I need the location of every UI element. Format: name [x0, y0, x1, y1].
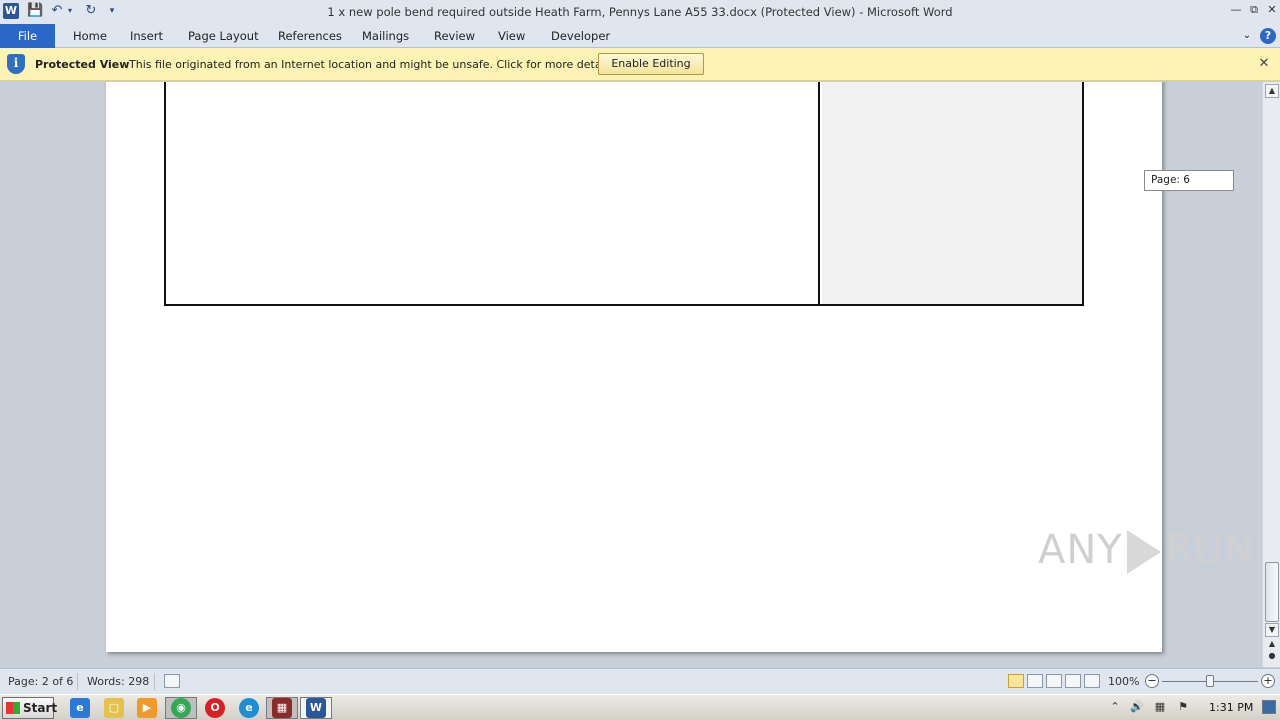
help-icon[interactable]: ?	[1260, 28, 1276, 44]
tab-home[interactable]: Home	[69, 24, 111, 48]
browse-object-icon[interactable]: ●	[1265, 650, 1279, 664]
print-layout-icon[interactable]	[1008, 674, 1024, 688]
taskbar: Start e ▢ ▶ ◉ O e ▦ W ⌃ 🔊 ▦ ⚑ 1:31 PM	[0, 694, 1280, 720]
minimize-icon[interactable]: —	[1227, 2, 1245, 18]
protected-view-message[interactable]: This file originated from an Internet lo…	[129, 58, 617, 71]
show-hidden-icons-icon[interactable]: ⌃	[1108, 700, 1122, 714]
file-explorer-icon[interactable]: ▢	[104, 698, 124, 718]
window-title: 1 x new pole bend required outside Heath…	[327, 5, 953, 19]
table-cell-right[interactable]	[822, 82, 1082, 304]
word-count[interactable]: Words: 298	[87, 675, 149, 688]
page-count[interactable]: Page: 2 of 6	[8, 675, 73, 688]
tab-review[interactable]: Review	[430, 24, 479, 48]
internet-explorer-icon[interactable]: e	[70, 698, 90, 718]
vertical-scrollbar[interactable]: ▲ ▼ ▲ ●	[1262, 82, 1280, 667]
opera-icon[interactable]: O	[205, 698, 225, 718]
start-button[interactable]: Start	[2, 697, 58, 719]
web-layout-icon[interactable]	[1046, 674, 1062, 688]
tab-developer[interactable]: Developer	[547, 24, 614, 48]
shield-info-icon: i	[7, 54, 25, 74]
volume-icon[interactable]: 🔊	[1130, 700, 1144, 714]
minimize-ribbon-icon[interactable]: ⌄	[1238, 27, 1256, 45]
zoom-slider-thumb[interactable]	[1206, 675, 1214, 687]
tab-mailings[interactable]: Mailings	[358, 24, 413, 48]
chrome-icon[interactable]: ◉	[171, 698, 191, 718]
document-table[interactable]	[164, 82, 1084, 306]
close-window-icon[interactable]: ✕	[1263, 2, 1280, 18]
edge-icon[interactable]: e	[239, 698, 259, 718]
enable-editing-button[interactable]: Enable Editing	[598, 53, 704, 75]
close-bar-icon[interactable]: ✕	[1256, 56, 1272, 72]
play-logo-icon	[1126, 530, 1161, 574]
protected-view-bar: i Protected View This file originated fr…	[0, 48, 1280, 81]
windows-logo-icon	[6, 702, 20, 714]
network-icon[interactable]: ▦	[1153, 700, 1167, 714]
document-area[interactable]	[0, 82, 1262, 667]
show-desktop-icon[interactable]	[1262, 700, 1276, 714]
zoom-level[interactable]: 100%	[1108, 675, 1139, 688]
restore-icon[interactable]: ⧉	[1245, 2, 1263, 18]
tab-view[interactable]: View	[494, 24, 529, 48]
anyrun-watermark: ANY RUN	[1038, 527, 1255, 574]
media-player-icon[interactable]: ▶	[137, 698, 157, 718]
tab-page-layout[interactable]: Page Layout	[184, 24, 263, 48]
winrar-icon[interactable]: ▦	[272, 698, 292, 718]
start-label: Start	[23, 701, 58, 715]
action-center-flag-icon[interactable]: ⚑	[1176, 700, 1190, 714]
status-divider	[77, 673, 78, 690]
watermark-right-text: RUN	[1164, 527, 1255, 573]
status-divider	[154, 673, 155, 690]
table-cell-left[interactable]	[166, 82, 820, 304]
proofing-icon[interactable]	[164, 674, 180, 688]
full-screen-reading-icon[interactable]	[1027, 674, 1043, 688]
status-bar: Page: 2 of 6 Words: 298 100% − +	[0, 668, 1280, 694]
tab-references[interactable]: References	[274, 24, 346, 48]
title-bar: W 💾 ↶ ▾ ↻ ▾ 1 x new pole bend required o…	[0, 0, 1280, 24]
document-page[interactable]	[106, 82, 1162, 652]
scrollbar-thumb[interactable]	[1265, 562, 1279, 622]
watermark-left-text: ANY	[1038, 527, 1123, 573]
word-taskbar-icon[interactable]: W	[306, 698, 326, 718]
scroll-down-arrow-icon[interactable]: ▼	[1265, 623, 1279, 637]
tab-file[interactable]: File	[0, 24, 55, 48]
zoom-in-icon[interactable]: +	[1261, 674, 1275, 688]
clock[interactable]: 1:31 PM	[1209, 701, 1253, 714]
ribbon-tabs: File Home Insert Page Layout References …	[0, 24, 1280, 48]
protected-view-title: Protected View	[35, 58, 130, 71]
draft-icon[interactable]	[1084, 674, 1100, 688]
tab-insert[interactable]: Insert	[126, 24, 167, 48]
zoom-out-icon[interactable]: −	[1145, 674, 1159, 688]
outline-icon[interactable]	[1065, 674, 1081, 688]
scroll-up-arrow-icon[interactable]: ▲	[1265, 84, 1279, 98]
page-tooltip: Page: 6	[1144, 170, 1234, 191]
